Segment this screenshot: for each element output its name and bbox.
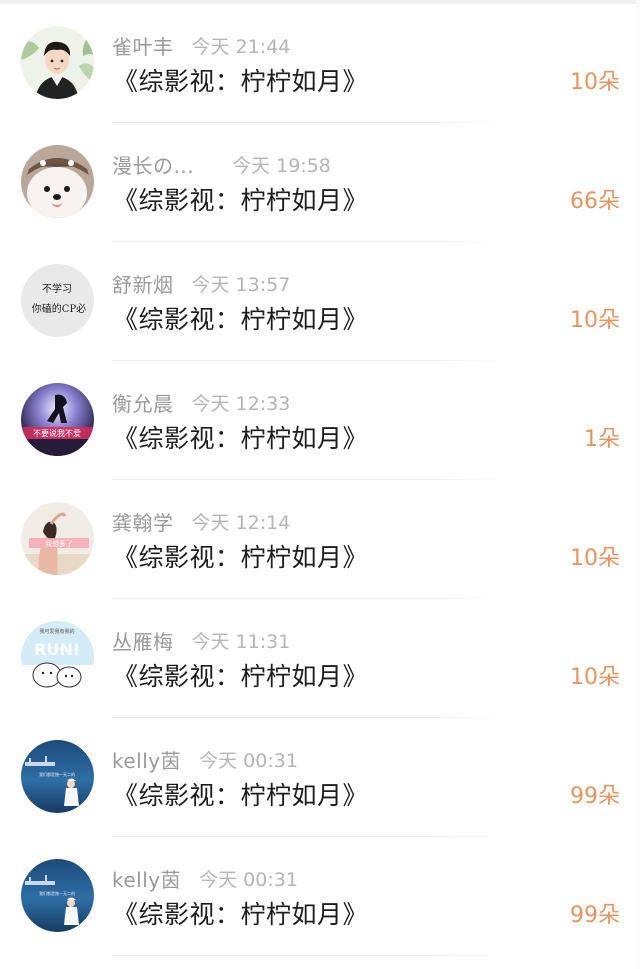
gift-record-list: 雀叶丰 今天 21:44 《综影视：柠柠如月》 10朵 漫长の... 今天 19… [0, 4, 640, 956]
timestamp: 今天 19:58 [232, 154, 331, 177]
user-name[interactable]: 衡允晨 [112, 388, 174, 417]
timestamp: 今天 12:33 [191, 392, 291, 415]
avatar-text: 我可爱我有我的 [39, 628, 74, 635]
name-line: kelly茵 今天 00:31 [112, 744, 298, 774]
name-line: 丛雁梅 今天 11:31 [112, 625, 290, 655]
book-title[interactable]: 《综影视：柠柠如月》 [113, 62, 368, 98]
gift-count: 10朵 [570, 546, 620, 571]
avatar-text: RUN! [34, 640, 80, 659]
user-name[interactable]: 雀叶丰 [112, 31, 174, 60]
gift-count: 10朵 [570, 308, 620, 333]
list-item[interactable]: 不要说我不爱 衡允晨 今天 12:33 《综影视：柠柠如月》 1朵 [0, 361, 640, 480]
list-item[interactable]: 我想多了 龚翰学 今天 12:14 《综影视：柠柠如月》 10朵 [0, 480, 640, 599]
book-title[interactable]: 《综影视：柠柠如月》 [113, 538, 368, 574]
list-item[interactable]: 雀叶丰 今天 21:44 《综影视：柠柠如月》 10朵 [0, 4, 640, 123]
user-name[interactable]: kelly茵 [112, 745, 181, 774]
book-title[interactable]: 《综影视：柠柠如月》 [113, 419, 368, 455]
avatar[interactable]: 不学习 你磕的CP必 [21, 264, 94, 337]
list-item[interactable]: 我们都是独一无二的 kelly茵 今天 00:31 《综影视：柠柠如月》 99朵 [0, 837, 640, 956]
avatar[interactable] [21, 26, 94, 99]
timestamp: 今天 00:31 [199, 868, 298, 891]
book-title[interactable]: 《综影视：柠柠如月》 [113, 181, 368, 217]
avatar-text: 你磕的CP必 [32, 302, 86, 315]
name-line: 舒新烟 今天 13:57 [112, 268, 290, 298]
user-name[interactable]: 丛雁梅 [112, 626, 174, 655]
list-item[interactable]: 我可爱我有我的 RUN! 丛雁梅 今天 11:31 《综影视：柠柠如月》 10朵 [0, 599, 640, 718]
avatar[interactable]: 不要说我不爱 [21, 383, 94, 456]
name-line: 龚翰学 今天 12:14 [112, 506, 290, 536]
user-name[interactable]: 舒新烟 [112, 269, 174, 298]
gift-count: 99朵 [570, 903, 620, 928]
gift-count: 66朵 [570, 189, 620, 214]
gift-count: 1朵 [584, 427, 620, 452]
gift-count: 99朵 [570, 784, 620, 809]
avatar-text: 不学习 [42, 282, 72, 295]
avatar[interactable]: 我想多了 [21, 502, 94, 575]
avatar[interactable] [21, 145, 94, 218]
user-name[interactable]: kelly茵 [112, 864, 181, 893]
avatar-text: 我们都是独一无二的 [39, 890, 75, 896]
avatar-text: 我们都是独一无二的 [39, 771, 75, 777]
timestamp: 今天 12:14 [191, 511, 291, 534]
name-line: 漫长の... 今天 19:58 [112, 149, 331, 179]
list-item[interactable]: 我们都是独一无二的 kelly茵 今天 00:31 《综影视：柠柠如月》 99朵 [0, 718, 640, 837]
book-title[interactable]: 《综影视：柠柠如月》 [113, 895, 368, 931]
book-title[interactable]: 《综影视：柠柠如月》 [113, 776, 368, 812]
avatar[interactable]: 我们都是独一无二的 [21, 859, 94, 932]
scrollbar[interactable] [636, 0, 640, 969]
avatar-text: 我想多了 [45, 539, 73, 548]
user-name[interactable]: 漫长の... [112, 150, 194, 179]
avatar[interactable]: 我可爱我有我的 RUN! [21, 621, 94, 694]
avatar[interactable]: 我们都是独一无二的 [21, 740, 94, 813]
book-title[interactable]: 《综影视：柠柠如月》 [113, 657, 368, 693]
timestamp: 今天 21:44 [191, 35, 291, 58]
timestamp: 今天 11:31 [191, 630, 291, 653]
name-line: 雀叶丰 今天 21:44 [112, 30, 290, 60]
timestamp: 今天 13:57 [191, 273, 291, 296]
list-item[interactable]: 漫长の... 今天 19:58 《综影视：柠柠如月》 66朵 [0, 123, 640, 242]
gift-count: 10朵 [570, 665, 620, 690]
list-item[interactable]: 不学习 你磕的CP必 舒新烟 今天 13:57 《综影视：柠柠如月》 10朵 [0, 242, 640, 361]
gift-count: 10朵 [570, 70, 620, 95]
book-title[interactable]: 《综影视：柠柠如月》 [113, 300, 368, 336]
row-divider [112, 955, 512, 956]
timestamp: 今天 00:31 [199, 749, 298, 772]
name-line: 衡允晨 今天 12:33 [112, 387, 290, 417]
user-name[interactable]: 龚翰学 [112, 507, 174, 536]
avatar-text: 不要说我不爱 [33, 428, 81, 438]
name-line: kelly茵 今天 00:31 [112, 863, 298, 893]
